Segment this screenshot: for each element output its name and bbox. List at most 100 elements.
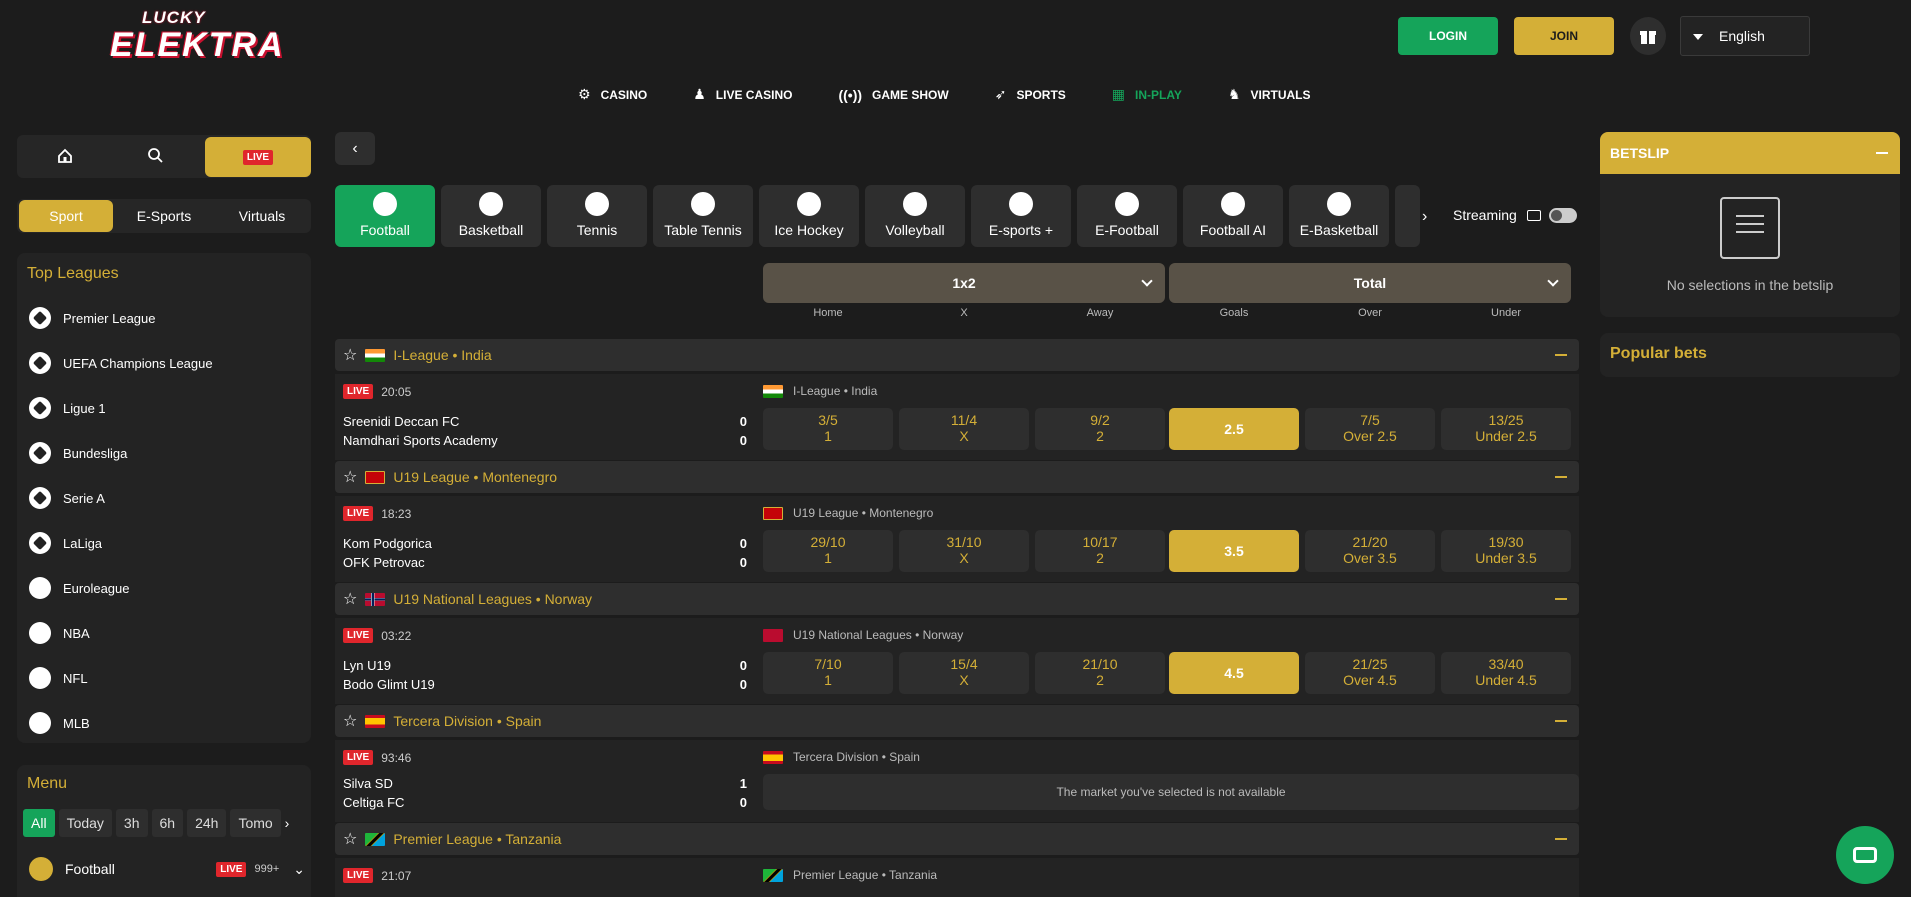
nav-in-play[interactable]: ▦ IN-PLAY (1112, 86, 1182, 103)
streaming-toggle[interactable]: Streaming (1453, 207, 1577, 223)
league-header[interactable]: ☆ Tercera Division • Spain (335, 705, 1579, 737)
tab-more[interactable] (1395, 185, 1420, 247)
filter-all[interactable]: All (23, 809, 55, 837)
nav-virtuals[interactable]: ♞ VIRTUALS (1228, 86, 1311, 103)
collapse-icon[interactable] (1555, 598, 1567, 600)
sidebar-item-nfl[interactable]: NFL (29, 667, 88, 689)
sidebar-item-euroleague[interactable]: Euroleague (29, 577, 130, 599)
sidebar-item-champions-league[interactable]: UEFA Champions League (29, 352, 213, 374)
league-header[interactable]: ☆ I-League • India (335, 339, 1579, 371)
away-team[interactable]: Bodo Glimt U19 (343, 677, 435, 692)
filter-tomorrow[interactable]: Tomo (230, 809, 281, 837)
star-icon[interactable]: ☆ (343, 345, 357, 365)
filter-today[interactable]: Today (58, 809, 112, 837)
toggle-switch[interactable] (1548, 207, 1577, 223)
tab-football[interactable]: Football (335, 185, 435, 247)
join-button[interactable]: JOIN (1514, 17, 1614, 55)
goal-line-button[interactable]: 2.5 (1169, 408, 1299, 450)
back-button[interactable]: ‹ (335, 132, 375, 165)
tab-virtuals[interactable]: Virtuals (215, 200, 309, 232)
odd-button[interactable]: 11/4 X (899, 408, 1029, 450)
sidebar-item-bundesliga[interactable]: Bundesliga (29, 442, 127, 464)
betslip-header[interactable]: BETSLIP (1600, 132, 1900, 174)
filter-6h[interactable]: 6h (151, 809, 184, 837)
tab-basketball[interactable]: Basketball (441, 185, 541, 247)
chevron-right-icon[interactable]: › (285, 809, 290, 837)
odd-button[interactable]: 10/17 2 (1035, 530, 1165, 572)
market-select-total[interactable]: Total (1169, 263, 1571, 303)
odd-button[interactable]: 15/4 X (899, 652, 1029, 694)
league-header[interactable]: ☆ U19 National Leagues • Norway (335, 583, 1579, 615)
collapse-icon[interactable] (1555, 354, 1567, 356)
collapse-icon[interactable] (1555, 720, 1567, 722)
nav-sports[interactable]: ➶ SPORTS (995, 86, 1066, 103)
odd-button[interactable]: 9/2 2 (1035, 408, 1165, 450)
odd-button[interactable]: 31/10 X (899, 530, 1029, 572)
tab-table-tennis[interactable]: Table Tennis (653, 185, 753, 247)
sidebar-item-ligue-1[interactable]: Ligue 1 (29, 397, 106, 419)
nav-casino-label: CASINO (600, 87, 648, 102)
odd-button[interactable]: 33/40 Under 4.5 (1441, 652, 1571, 694)
tab-e-sports-plus[interactable]: E-sports + (971, 185, 1071, 247)
tab-e-football[interactable]: E-Football (1077, 185, 1177, 247)
sidebar-item-mlb[interactable]: MLB (29, 712, 90, 734)
nav-game-show[interactable]: ((•)) GAME SHOW (838, 86, 948, 103)
league-header[interactable]: ☆ U19 League • Montenegro (335, 461, 1579, 493)
tab-volleyball[interactable]: Volleyball (865, 185, 965, 247)
star-icon[interactable]: ☆ (343, 467, 357, 487)
tab-tennis[interactable]: Tennis (547, 185, 647, 247)
chat-button[interactable] (1836, 826, 1894, 884)
away-team[interactable]: Celtiga FC (343, 795, 404, 810)
odd-button[interactable]: 3/5 1 (763, 408, 893, 450)
gift-button[interactable] (1630, 17, 1666, 55)
odd-button[interactable]: 13/25 Under 2.5 (1441, 408, 1571, 450)
nav-casino[interactable]: ⚙ CASINO (578, 86, 647, 103)
chevron-down-icon[interactable]: ⌄ (293, 861, 305, 878)
logo[interactable]: LUCKY ELEKTRA (102, 6, 283, 68)
odd-button[interactable]: 29/10 1 (763, 530, 893, 572)
market-select-1x2[interactable]: 1x2 (763, 263, 1165, 303)
menu-item-football[interactable]: Football LIVE 999+ ⌄ (29, 857, 305, 881)
tab-e-sports[interactable]: E-Sports (117, 200, 211, 232)
filter-24h[interactable]: 24h (187, 809, 227, 837)
odd-button[interactable]: 21/25 Over 4.5 (1305, 652, 1435, 694)
home-icon[interactable] (57, 148, 73, 167)
league-label: Euroleague (63, 580, 130, 596)
sidebar-item-nba[interactable]: NBA (29, 622, 90, 644)
star-icon[interactable]: ☆ (343, 711, 357, 731)
tab-sport[interactable]: Sport (19, 200, 113, 232)
odd-button[interactable]: 19/30 Under 3.5 (1441, 530, 1571, 572)
tab-football-ai[interactable]: Football AI (1183, 185, 1283, 247)
collapse-icon[interactable] (1876, 152, 1888, 154)
login-button[interactable]: LOGIN (1398, 17, 1498, 55)
tab-e-basketball[interactable]: E-Basketball (1289, 185, 1389, 247)
odd-button[interactable]: 7/5 Over 2.5 (1305, 408, 1435, 450)
star-icon[interactable]: ☆ (343, 589, 357, 609)
odd-button[interactable]: 21/10 2 (1035, 652, 1165, 694)
home-team[interactable]: Sreenidi Deccan FC (343, 414, 459, 429)
sidebar-item-laliga[interactable]: LaLiga (29, 532, 102, 554)
away-team[interactable]: Namdhari Sports Academy (343, 433, 498, 448)
goal-line-button[interactable]: 4.5 (1169, 652, 1299, 694)
away-team[interactable]: OFK Petrovac (343, 555, 425, 570)
filter-3h[interactable]: 3h (115, 809, 148, 837)
chevron-right-icon[interactable]: › (1422, 208, 1427, 226)
collapse-icon[interactable] (1555, 476, 1567, 478)
goal-line-button[interactable]: 3.5 (1169, 530, 1299, 572)
odd-button[interactable]: 7/10 1 (763, 652, 893, 694)
language-select[interactable]: English (1680, 16, 1810, 56)
home-team[interactable]: Lyn U19 (343, 658, 391, 673)
nav-live-casino[interactable]: ♟ LIVE CASINO (693, 86, 792, 103)
collapse-icon[interactable] (1555, 838, 1567, 840)
live-button[interactable]: LIVE (205, 137, 311, 177)
search-icon[interactable] (147, 147, 163, 166)
home-team[interactable]: Silva SD (343, 776, 393, 791)
popular-bets-panel[interactable]: Popular bets (1600, 333, 1900, 377)
league-header[interactable]: ☆ Premier League • Tanzania (335, 823, 1579, 855)
odd-button[interactable]: 21/20 Over 3.5 (1305, 530, 1435, 572)
tab-ice-hockey[interactable]: Ice Hockey (759, 185, 859, 247)
sidebar-item-premier-league[interactable]: Premier League (29, 307, 156, 329)
star-icon[interactable]: ☆ (343, 829, 357, 849)
home-team[interactable]: Kom Podgorica (343, 536, 432, 551)
sidebar-item-serie-a[interactable]: Serie A (29, 487, 105, 509)
